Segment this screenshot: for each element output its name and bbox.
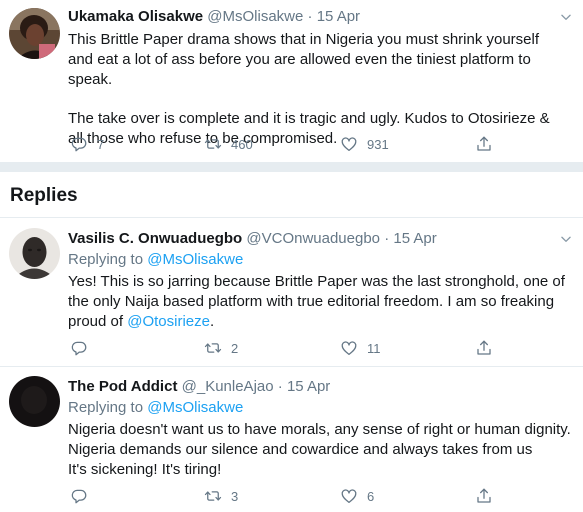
avatar[interactable] <box>9 8 60 59</box>
separator-dot: · <box>307 8 313 25</box>
replying-to-mention[interactable]: @MsOlisakwe <box>147 399 243 416</box>
retweet-button[interactable]: 2 <box>204 339 238 357</box>
tweet-text: This Brittle Paper drama shows that in N… <box>68 30 568 149</box>
author-name[interactable]: Vasilis C. Onwuaduegbo <box>68 230 242 247</box>
tweet-date[interactable]: 15 Apr <box>317 8 360 25</box>
chevron-down-icon[interactable] <box>559 232 573 251</box>
reply-tweet[interactable]: The Pod Addict @_KunleAjao · 15 Apr Repl… <box>0 367 583 512</box>
share-icon <box>475 487 493 505</box>
tweet-header: The Pod Addict @_KunleAjao · 15 Apr <box>68 377 573 397</box>
reply-button[interactable] <box>70 487 97 505</box>
author-name[interactable]: Ukamaka Olisakwe <box>68 8 203 25</box>
like-count: 931 <box>367 136 389 152</box>
replying-label: Replying to <box>68 251 144 268</box>
share-icon <box>475 339 493 357</box>
retweet-icon <box>204 487 222 505</box>
avatar[interactable] <box>9 376 60 427</box>
heart-icon <box>340 339 358 357</box>
retweet-count: 2 <box>231 340 239 356</box>
reply-icon <box>70 487 88 505</box>
tweet-line: It's sickening! It's tiring! <box>68 461 222 478</box>
retweet-button[interactable]: 3 <box>204 487 238 505</box>
retweet-icon <box>204 135 222 153</box>
tweet-text: Nigeria doesn't want us to have morals, … <box>68 420 573 480</box>
tweet-header: Vasilis C. Onwuaduegbo @VCOnwuaduegbo · … <box>68 229 573 249</box>
reply-button[interactable] <box>70 339 97 357</box>
reply-icon <box>70 339 88 357</box>
mention-link[interactable]: @Otosirieze <box>127 313 210 330</box>
replies-header: Replies <box>10 185 78 206</box>
like-count: 6 <box>367 488 375 504</box>
reply-count: 7 <box>97 136 105 152</box>
tweet-actions: 2 11 <box>0 339 583 361</box>
separator-dot: · <box>384 230 390 247</box>
like-button[interactable]: 931 <box>340 135 389 153</box>
section-divider <box>0 162 583 172</box>
retweet-icon <box>204 339 222 357</box>
reply-icon <box>70 135 88 153</box>
replying-label: Replying to <box>68 399 144 416</box>
tweet-actions: 3 6 <box>0 487 583 509</box>
tweet-header: Ukamaka Olisakwe @MsOlisakwe · 15 Apr <box>68 7 568 27</box>
heart-icon <box>340 487 358 505</box>
retweet-button[interactable]: 460 <box>204 135 253 153</box>
retweet-count: 3 <box>231 488 239 504</box>
like-button[interactable]: 11 <box>340 339 381 357</box>
share-button[interactable] <box>475 339 493 357</box>
tweet-actions: 7 460 931 <box>0 135 583 157</box>
reply-tweet[interactable]: Vasilis C. Onwuaduegbo @VCOnwuaduegbo · … <box>0 218 583 366</box>
tweet-date[interactable]: 15 Apr <box>287 378 330 395</box>
replying-to-mention[interactable]: @MsOlisakwe <box>147 251 243 268</box>
heart-icon <box>340 135 358 153</box>
like-button[interactable]: 6 <box>340 487 374 505</box>
author-handle[interactable]: @_KunleAjao <box>182 378 274 395</box>
avatar[interactable] <box>9 228 60 279</box>
reply-button[interactable]: 7 <box>70 135 104 153</box>
tweet-date[interactable]: 15 Apr <box>393 230 436 247</box>
chevron-down-icon[interactable] <box>559 10 573 29</box>
author-handle[interactable]: @MsOlisakwe <box>207 8 303 25</box>
author-name[interactable]: The Pod Addict <box>68 378 177 395</box>
share-button[interactable] <box>475 487 493 505</box>
tweet-body-end: . <box>209 313 215 330</box>
share-icon <box>475 135 493 153</box>
separator-dot: · <box>277 378 283 395</box>
share-button[interactable] <box>475 135 493 153</box>
tweet-line: Nigeria demands our silence and cowardic… <box>68 441 533 458</box>
retweet-count: 460 <box>231 136 253 152</box>
author-handle[interactable]: @VCOnwuaduegbo <box>246 230 380 247</box>
tweet-text: Yes! This is so jarring because Brittle … <box>68 272 573 332</box>
replying-to: Replying to @MsOlisakwe <box>68 398 573 418</box>
tweet-line: Nigeria doesn't want us to have morals, … <box>68 421 571 438</box>
tweet-paragraph: This Brittle Paper drama shows that in N… <box>68 31 540 88</box>
replying-to: Replying to @MsOlisakwe <box>68 250 573 270</box>
like-count: 11 <box>367 340 381 356</box>
